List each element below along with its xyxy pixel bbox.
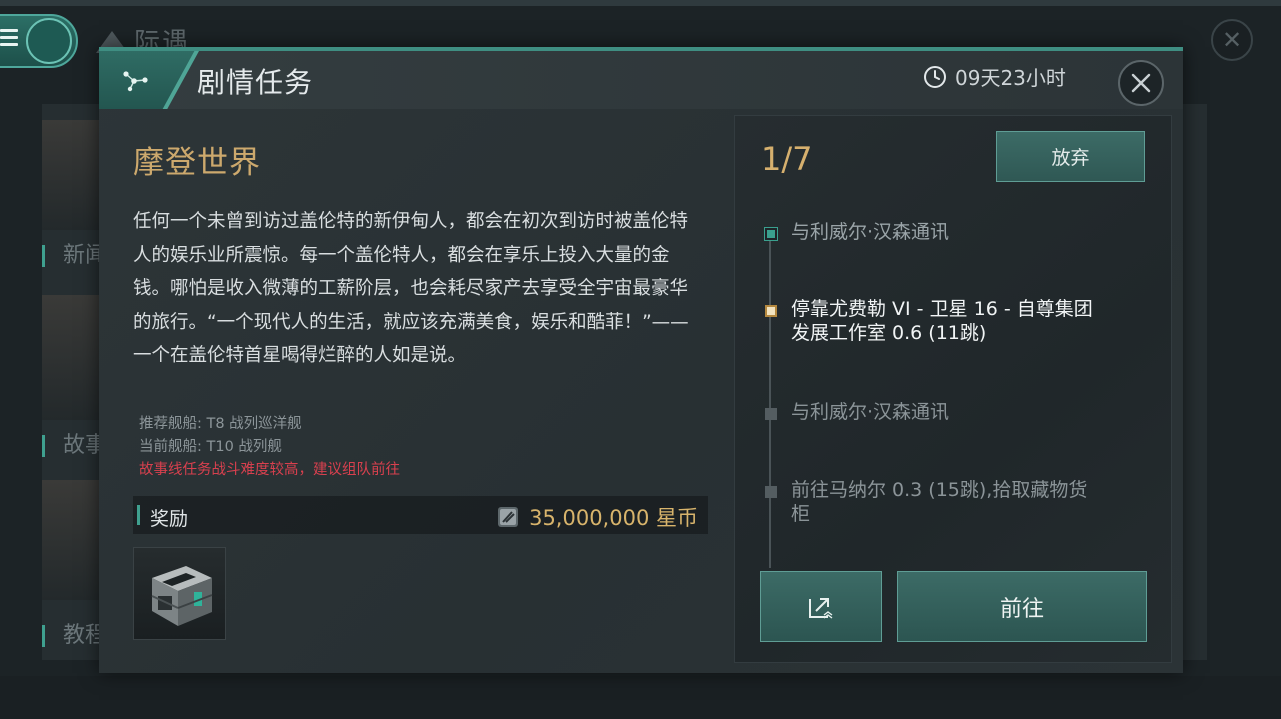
background-label-tutorial: 教程 [42, 625, 107, 647]
menu-icon [0, 29, 18, 50]
share-button[interactable] [760, 571, 882, 642]
network-nodes-icon [123, 71, 148, 92]
background-label-story: 故事 [42, 435, 107, 457]
go-button[interactable]: 前往 [897, 571, 1147, 642]
step-node-current [765, 305, 777, 317]
reward-item-slot[interactable] [133, 547, 226, 640]
step-node-done [764, 227, 778, 241]
reward-accent [137, 505, 140, 525]
timer-text: 09天23小时 [955, 66, 1066, 90]
background-card[interactable] [42, 120, 100, 230]
mission-timer: 09天23小时 [923, 62, 1066, 91]
share-icon [809, 597, 833, 619]
background-card[interactable] [42, 295, 100, 420]
background-label-news: 新闻 [42, 245, 107, 267]
reward-amount: 35,000,000 星币 [497, 502, 698, 532]
timeline-line [769, 228, 771, 568]
background-right-column [1183, 104, 1207, 660]
step-label: 与利威尔·汉森通讯 [791, 401, 950, 423]
difficulty-warning: 故事线任务战斗难度较高，建议组队前往 [139, 462, 400, 478]
isk-coin-icon [498, 507, 519, 527]
menu-ring [26, 18, 72, 64]
mission-title: 摩登世界 [133, 145, 261, 181]
top-strip [0, 0, 1281, 6]
step-node-pending [765, 486, 777, 498]
dialog-title: 剧情任务 [197, 66, 314, 99]
progress-counter: 1/7 [761, 140, 813, 178]
clock-icon [924, 65, 946, 88]
background-card[interactable] [42, 480, 100, 600]
abandon-button[interactable]: 放弃 [996, 131, 1145, 182]
close-button[interactable] [1118, 60, 1164, 106]
reward-label: 奖励 [150, 508, 189, 530]
recommended-ship: 推荐舰船: T8 战列巡洋舰 [139, 416, 302, 432]
main-menu-button[interactable] [0, 14, 78, 68]
background-close-button[interactable]: ✕ [1211, 19, 1253, 61]
current-ship: 当前舰船: T10 战列舰 [139, 439, 282, 455]
reward-bar: 奖励 35,000,000 星币 [133, 496, 708, 534]
cargo-crate-icon [151, 566, 213, 626]
story-mission-dialog: 剧情任务 09天23小时 摩登世界 任何一个未曾到访过盖伦特的新伊甸人，都会在初… [99, 47, 1183, 673]
step-node-pending [765, 408, 777, 420]
background-bottom [0, 676, 1281, 719]
step-label: 与利威尔·汉森通讯 [791, 221, 950, 243]
mission-description: 任何一个未曾到访过盖伦特的新伊甸人，都会在初次到访时被盖伦特人的娱乐业所震惊。每… [133, 211, 689, 366]
close-icon [1131, 73, 1151, 93]
step-label: 前往马纳尔 0.3 (15跳),拾取藏物货柜 [791, 479, 1088, 525]
close-icon: ✕ [1221, 26, 1243, 54]
step-label: 停靠尤费勒 VI - 卫星 16 - 自尊集团 发展工作室 0.6 (11跳) [791, 298, 1093, 344]
reward-value: 35,000,000 星币 [529, 506, 698, 530]
progress-panel: 1/7 放弃 与利威尔·汉森通讯 停靠尤费勒 VI - 卫星 16 - 自尊集团… [734, 115, 1172, 663]
